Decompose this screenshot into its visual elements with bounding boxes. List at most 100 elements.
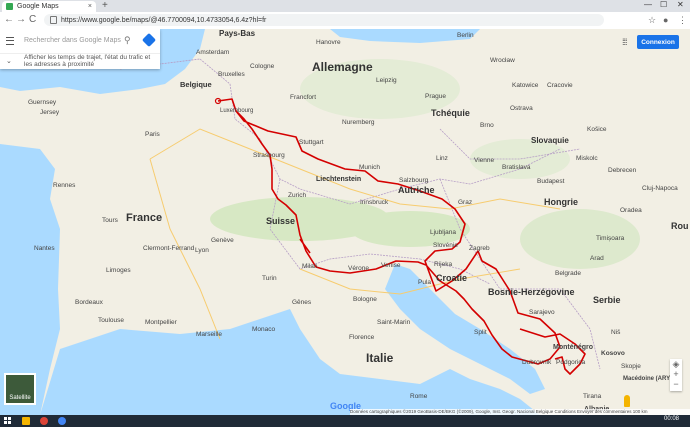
signin-button[interactable]: Connexion [637, 35, 679, 49]
city-label: Ljubljana [430, 229, 457, 236]
city-label: Florence [349, 334, 375, 341]
city-label: Genève [211, 237, 234, 244]
city-label: Munich [359, 164, 380, 171]
country-label: Pays-Bas [219, 29, 256, 38]
city-label: Dubrovnik [522, 359, 552, 366]
chevron-down-icon[interactable]: ⌄ [6, 57, 12, 65]
city-label: Graz [458, 199, 473, 206]
country-label: Italie [366, 351, 394, 365]
city-label: Venise [381, 262, 401, 269]
city-label: Berlin [457, 32, 474, 39]
city-label: Skopje [621, 363, 641, 370]
country-label: Macédoine (ARYM) [623, 376, 678, 382]
city-label: Wrocław [490, 57, 515, 64]
search-panel: Rechercher dans Google Maps ⚲ ⌄ Afficher… [0, 29, 160, 69]
city-label: Salzbourg [399, 177, 429, 184]
explore-hint-text[interactable]: Afficher les temps de trajet, l'état du … [24, 54, 156, 68]
city-label: Monaco [252, 326, 276, 333]
city-label: Debrecen [608, 167, 637, 174]
city-label: Nuremberg [342, 119, 375, 126]
compass-icon[interactable]: ◈ [673, 359, 680, 369]
system-clock[interactable]: 00:08 [664, 416, 679, 422]
forward-button[interactable]: → [16, 14, 26, 25]
city-label: Cologne [250, 63, 275, 70]
menu-icon[interactable]: ⋮ [678, 15, 687, 26]
browser-tab-bar: Google Maps × + — ☐ ✕ [0, 0, 690, 12]
country-label: Croatie [436, 273, 468, 283]
city-label: Limoges [106, 267, 131, 274]
city-label: Strasbourg [253, 152, 285, 159]
city-label: Prague [425, 93, 446, 100]
city-label: Bruxelles [218, 71, 245, 78]
city-label: Cluj-Napoca [642, 185, 678, 192]
search-row: Rechercher dans Google Maps ⚲ [0, 29, 160, 54]
city-label: Sarajevo [529, 309, 555, 316]
city-label: Turin [262, 275, 277, 282]
browser-tab[interactable]: Google Maps × [2, 1, 96, 12]
windows-start-icon[interactable] [4, 417, 12, 425]
directions-icon[interactable] [141, 32, 157, 48]
zoom-control: ◈ + − [670, 359, 682, 391]
country-label: Kosovo [601, 350, 625, 357]
city-label: Košice [587, 126, 607, 133]
maps-favicon-icon [6, 3, 13, 10]
menu-hamburger-icon[interactable] [6, 37, 14, 45]
apps-grid-icon[interactable]: ⁞⁞⁞ [622, 37, 627, 47]
reload-button[interactable]: C [29, 14, 36, 25]
profile-icon[interactable]: ● [663, 15, 668, 25]
city-label: Bratislava [502, 164, 531, 171]
url-field[interactable]: https://www.google.be/maps/@46.7700094,1… [44, 14, 604, 26]
city-label: Belgrade [555, 270, 582, 277]
city-label: Gênes [292, 299, 312, 306]
address-bar-row: ← → C https://www.google.be/maps/@46.770… [0, 12, 690, 30]
maximize-button[interactable]: ☐ [660, 0, 667, 9]
tab-close-icon[interactable]: × [88, 3, 92, 10]
country-label: Belgique [180, 80, 212, 89]
map-canvas[interactable]: Pays-Bas Allemagne Belgique Luxembourg T… [0, 29, 690, 415]
app-taskbar-icon[interactable] [58, 417, 66, 425]
city-label: Vienne [474, 157, 495, 164]
back-button[interactable]: ← [4, 14, 14, 25]
lock-icon [50, 16, 57, 24]
city-label: Bordeaux [75, 299, 103, 306]
search-icon[interactable]: ⚲ [124, 35, 131, 46]
search-input[interactable]: Rechercher dans Google Maps [24, 37, 121, 44]
city-label: Vérone [348, 265, 369, 272]
bookmark-star-icon[interactable]: ☆ [648, 15, 656, 26]
country-label: Autriche [398, 185, 435, 195]
new-tab-button[interactable]: + [102, 0, 108, 11]
city-label: Brno [480, 122, 494, 129]
city-label: Toulouse [98, 317, 125, 324]
city-label: Podgorica [556, 359, 586, 366]
pegman-icon[interactable] [624, 395, 630, 407]
close-window-button[interactable]: ✕ [677, 0, 684, 9]
city-label: Zagreb [469, 245, 490, 252]
city-label: Bologne [353, 296, 377, 303]
chrome-taskbar-icon[interactable] [40, 417, 48, 425]
country-label: Rou [671, 221, 689, 231]
city-label: Luxembourg [220, 108, 254, 114]
tab-title: Google Maps [17, 3, 59, 10]
city-label: Rennes [53, 182, 76, 189]
satellite-layer-toggle[interactable]: Satellite [4, 373, 36, 405]
zoom-out-button[interactable]: − [673, 379, 678, 389]
city-label: Guernsey [28, 99, 57, 106]
os-taskbar: 00:08 [0, 415, 690, 427]
city-label: Ostrava [510, 105, 533, 112]
city-label: Budapest [537, 178, 565, 185]
file-explorer-icon[interactable] [22, 417, 30, 425]
country-label: Slovaquie [531, 136, 569, 145]
country-label: Liechtenstein [316, 176, 362, 183]
city-label: Amsterdam [196, 49, 230, 56]
city-label: Arad [590, 255, 604, 262]
country-label: Serbie [593, 295, 621, 305]
city-label: Katowice [512, 82, 539, 89]
country-label: Slovénie [433, 242, 458, 249]
zoom-in-button[interactable]: + [673, 369, 678, 379]
city-label: Clermont-Ferrand [143, 245, 195, 252]
city-label: Oradea [620, 207, 642, 214]
minimize-button[interactable]: — [644, 0, 652, 9]
city-label: Jersey [40, 109, 60, 116]
city-label: Milan [302, 263, 318, 270]
city-label: Francfort [290, 94, 317, 101]
